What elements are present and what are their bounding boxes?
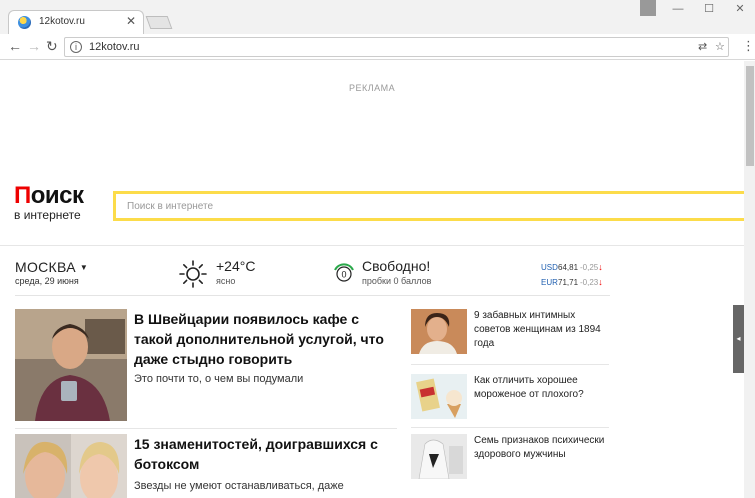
arrow-down-icon: ↓ <box>598 262 603 272</box>
sun-icon <box>179 260 207 288</box>
traffic-score: 0 <box>341 270 346 280</box>
divider <box>15 428 397 429</box>
city-selector[interactable]: МОСКВА ▼ <box>15 259 88 275</box>
reload-icon[interactable]: ↻ <box>46 38 58 54</box>
news-image[interactable] <box>411 374 467 419</box>
rate-currency: EUR <box>541 278 558 287</box>
bookmark-star-icon[interactable]: ☆ <box>715 40 725 53</box>
new-tab-button[interactable] <box>145 16 173 29</box>
favicon-icon <box>18 16 31 29</box>
rate-value: 71,71 <box>558 278 579 287</box>
side-news-title[interactable]: Семь признаков психически здорового мужч… <box>474 434 614 462</box>
divider <box>15 295 610 296</box>
news-image[interactable] <box>411 434 467 479</box>
news-description: Это почти то, о чем вы подумали <box>134 373 304 385</box>
traffic-status[interactable]: Свободно! <box>362 258 430 274</box>
news-image[interactable] <box>411 309 467 354</box>
tab-title: 12kotov.ru <box>39 16 85 27</box>
traffic-subtitle: пробки 0 баллов <box>362 276 432 286</box>
rate-row-eur: EUR71,71 -0,23↓ <box>541 275 603 290</box>
news-image[interactable] <box>15 434 127 498</box>
side-news-title[interactable]: Как отличить хорошее мороженое от плохог… <box>474 374 614 402</box>
rate-row-usd: USD64,81 -0,25↓ <box>541 260 603 275</box>
browser-menu-icon[interactable]: ⋮ <box>742 39 755 53</box>
tab-close-icon[interactable]: ✕ <box>126 14 136 28</box>
current-date: среда, 29 июня <box>15 276 79 286</box>
logo-subtitle: в интернете <box>14 208 81 222</box>
rate-change: -0,23 <box>580 278 599 287</box>
back-arrow-icon[interactable]: ← <box>8 38 22 54</box>
side-panel-toggle[interactable]: ◂ <box>733 305 744 373</box>
scrollbar-thumb[interactable] <box>746 66 754 166</box>
user-profile-icon[interactable] <box>640 0 656 16</box>
side-news-title[interactable]: 9 забавных интимных советов женщинам из … <box>474 309 614 351</box>
search-input[interactable] <box>116 194 744 218</box>
info-icon[interactable]: i <box>70 41 82 53</box>
chevron-down-icon: ▼ <box>79 263 89 272</box>
browser-toolbar: ← → ↻ i 12kotov.ru ⇄ ☆ ⋮ <box>0 34 755 60</box>
divider <box>0 245 744 246</box>
weather-condition: ясно <box>216 276 236 286</box>
window-maximize-button[interactable]: ☐ <box>694 0 724 18</box>
address-url: 12kotov.ru <box>89 41 140 53</box>
browser-tabstrip: 12kotov.ru ✕ — ☐ ✕ <box>0 0 755 34</box>
news-description: Звезды не умеют останавливаться, даже <box>134 480 344 492</box>
news-title[interactable]: В Швейцарии появилось кафе с такой допол… <box>134 309 394 369</box>
ad-label: РЕКЛАМА <box>349 83 396 93</box>
rate-change: -0,25 <box>580 263 599 272</box>
currency-rates[interactable]: USD64,81 -0,25↓ EUR71,71 -0,23↓ <box>541 260 603 290</box>
rate-value: 64,81 <box>558 263 579 272</box>
traffic-icon: 0 <box>334 263 354 282</box>
window-close-button[interactable]: ✕ <box>725 0 755 18</box>
rate-currency: USD <box>541 263 558 272</box>
city-name: МОСКВА <box>15 259 76 275</box>
translate-icon[interactable]: ⇄ <box>698 40 707 53</box>
site-logo[interactable]: Поиск в интернете <box>14 182 84 223</box>
news-title[interactable]: 15 знаменитостей, доигравшихся с ботоксо… <box>134 434 394 474</box>
page-content: РЕКЛАМА Поиск в интернете МОСКВА▼ среда,… <box>0 61 755 498</box>
divider <box>411 427 609 428</box>
window-minimize-button[interactable]: — <box>663 0 693 18</box>
address-bar[interactable]: i 12kotov.ru ⇄ ☆ <box>64 37 729 57</box>
forward-arrow-icon[interactable]: → <box>27 38 41 54</box>
news-image[interactable] <box>15 309 127 421</box>
browser-tab[interactable]: 12kotov.ru ✕ <box>8 10 144 34</box>
divider <box>411 364 609 365</box>
scrollbar[interactable] <box>744 61 755 498</box>
logo-word: оиск <box>30 182 84 209</box>
arrow-down-icon: ↓ <box>598 277 603 287</box>
logo-first-letter: П <box>14 182 31 209</box>
weather-temperature[interactable]: +24°C <box>216 258 255 274</box>
search-box <box>113 191 744 221</box>
